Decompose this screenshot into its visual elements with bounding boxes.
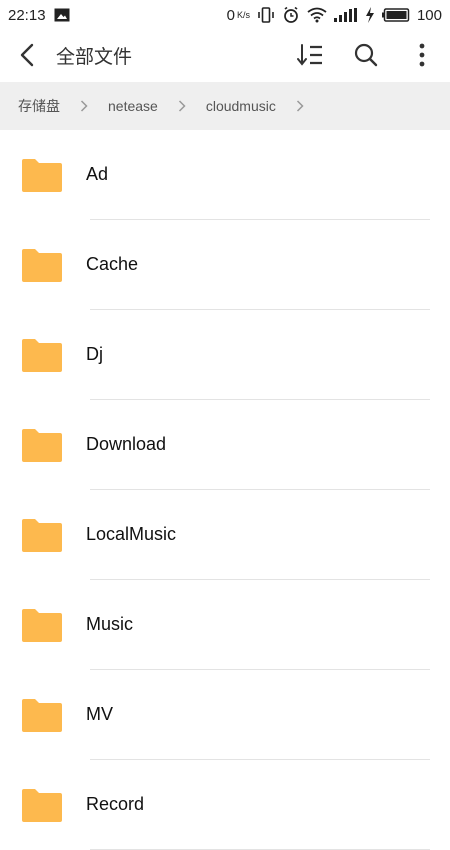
clock: 22:13 [8, 6, 46, 24]
folder-name: Ad [86, 164, 109, 184]
folder-icon [22, 699, 62, 732]
list-item[interactable]: Cache [0, 220, 450, 310]
breadcrumb-item-cloudmusic[interactable]: cloudmusic [206, 98, 276, 114]
sort-button[interactable] [282, 30, 338, 80]
list-item[interactable]: Ad [0, 130, 450, 220]
list-item[interactable]: Music [0, 580, 450, 670]
folder-name: Dj [86, 344, 103, 364]
folder-name: Cache [86, 254, 139, 274]
folder-icon [22, 159, 62, 192]
back-icon [20, 43, 34, 67]
more-icon [419, 43, 425, 67]
battery-icon [381, 8, 410, 22]
folder-icon [22, 429, 62, 462]
more-options-button[interactable] [394, 30, 450, 80]
chevron-right-icon [80, 100, 88, 112]
charging-icon [365, 7, 375, 23]
folder-name: MV [86, 704, 113, 724]
folder-name: LocalMusic [86, 524, 177, 544]
breadcrumb-item-storage[interactable]: 存储盘 [18, 96, 60, 116]
app-bar: 全部文件 [0, 30, 450, 80]
battery-level: 100 [416, 6, 442, 24]
vibrate-icon [257, 7, 275, 23]
network-speed-value: 0 [226, 6, 235, 24]
wifi-icon [307, 7, 327, 23]
status-bar: 22:13 0 K/s 100 [0, 0, 450, 30]
network-speed: 0 K/s [227, 7, 250, 24]
list-item[interactable]: Dj [0, 310, 450, 400]
list-item[interactable]: Record [0, 760, 450, 850]
folder-icon [22, 519, 62, 552]
folder-list: Ad Cache Dj Download LocalMusic Music MV… [0, 130, 450, 850]
folder-name: Record [86, 794, 145, 814]
folder-name: Download [86, 434, 167, 454]
alarm-icon [282, 6, 300, 24]
chevron-right-icon [296, 100, 304, 112]
chevron-right-icon [178, 100, 186, 112]
list-item[interactable]: MV [0, 670, 450, 760]
breadcrumb-item-netease[interactable]: netease [108, 98, 158, 114]
folder-icon [22, 249, 62, 282]
folder-icon [22, 789, 62, 822]
signal-icon [333, 8, 358, 22]
search-icon [354, 43, 378, 67]
page-title: 全部文件 [56, 46, 133, 68]
search-button[interactable] [338, 30, 394, 80]
list-item[interactable]: Download [0, 400, 450, 490]
breadcrumb: 存储盘 netease cloudmusic [0, 82, 450, 130]
list-item[interactable]: LocalMusic [0, 490, 450, 580]
sort-icon [297, 44, 322, 66]
folder-icon [22, 609, 62, 642]
folder-name: Music [86, 614, 134, 634]
back-button[interactable] [0, 30, 56, 80]
network-speed-unit: K/s [236, 10, 250, 20]
gallery-notification-icon [54, 8, 70, 22]
folder-icon [22, 339, 62, 372]
